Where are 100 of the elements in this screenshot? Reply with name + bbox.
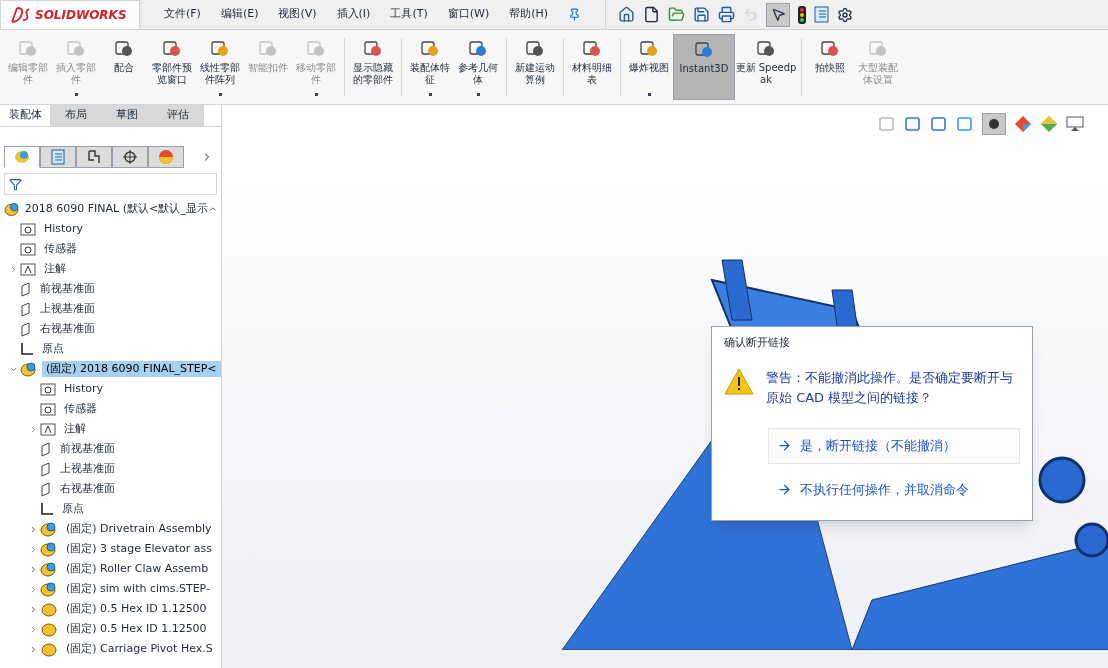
- monitor-icon[interactable]: [1066, 115, 1084, 133]
- filter-field[interactable]: [4, 173, 217, 195]
- plane-icon: [20, 321, 32, 337]
- menu-item[interactable]: 工具(T): [390, 6, 428, 23]
- tree-item[interactable]: 右视基准面: [36, 320, 99, 338]
- pointer-icon: [770, 7, 786, 22]
- command-link[interactable]: 不执行任何操作，并取消命令: [768, 471, 1020, 508]
- tree-item[interactable]: 原点: [58, 500, 88, 518]
- scroll-up-icon[interactable]: [207, 204, 217, 214]
- folder-icon: [40, 382, 56, 396]
- tree-item[interactable]: 上视基准面: [36, 300, 99, 318]
- origin-icon: [20, 342, 34, 356]
- ribbon-button[interactable]: 材料明细表: [568, 34, 616, 100]
- ribbon-button[interactable]: 拍快照: [806, 34, 854, 100]
- part-icon: [40, 621, 58, 637]
- origin-icon: [40, 502, 54, 516]
- tree-item[interactable]: (固定) Roller Claw Assemb: [62, 560, 213, 578]
- tree-item[interactable]: 原点: [38, 340, 68, 358]
- tree-item[interactable]: 前视基准面: [36, 280, 99, 298]
- assembly-icon: [40, 561, 58, 577]
- display-manager-icon: [157, 148, 175, 166]
- tree-item[interactable]: (固定) 3 stage Elevator ass: [62, 540, 216, 558]
- tree-item[interactable]: 右视基准面: [56, 480, 119, 498]
- home-icon[interactable]: [618, 6, 636, 23]
- file-properties-icon[interactable]: [814, 6, 830, 23]
- part-icon: [40, 601, 58, 617]
- manager-tab[interactable]: [76, 146, 112, 168]
- menu-item[interactable]: 帮助(H): [509, 6, 549, 23]
- plane-icon: [40, 481, 52, 497]
- plane-icon: [40, 461, 52, 477]
- brand-name: SOLIDWORKS: [35, 6, 127, 24]
- ds-logo-icon: [9, 5, 31, 24]
- view-tool-icon[interactable]: [930, 115, 948, 133]
- tree-item[interactable]: 上视基准面: [56, 460, 119, 478]
- tree-item[interactable]: (固定) Carriage Pivot Hex.S: [62, 640, 217, 658]
- tree-item[interactable]: 传感器: [40, 240, 81, 258]
- menu-item[interactable]: 视图(V): [278, 6, 317, 23]
- tree-item[interactable]: 前视基准面: [56, 440, 119, 458]
- command-tab[interactable]: 布局: [51, 105, 102, 126]
- ribbon-button[interactable]: 零部件预览窗口: [148, 34, 196, 100]
- warning-message: 警告：不能撤消此操作。是否确定要断开与原始 CAD 模型之间的链接？: [766, 368, 1014, 407]
- command-tab[interactable]: 评估: [153, 105, 204, 126]
- tree-item[interactable]: (固定) sim with cims.STEP-: [62, 580, 214, 598]
- command-link[interactable]: 是，断开链接（不能撤消）: [768, 427, 1020, 464]
- new-document-icon[interactable]: [643, 6, 661, 23]
- view-tool-icon[interactable]: [956, 115, 974, 133]
- ribbon-button[interactable]: 更新 Speedpak: [735, 34, 797, 100]
- manager-tab[interactable]: [112, 146, 148, 168]
- part-icon: [40, 641, 58, 657]
- tree-root[interactable]: 2018 6090 FINAL (默认<默认_显示: [24, 200, 208, 218]
- open-folder-icon[interactable]: [668, 6, 686, 23]
- assembly-icon: [40, 521, 58, 537]
- ribbon-button[interactable]: 显示隐藏的零部件: [349, 34, 397, 100]
- tree-item[interactable]: 注解: [60, 420, 90, 438]
- ribbon-button[interactable]: 爆炸视图: [625, 34, 673, 100]
- command-tab[interactable]: 草图: [102, 105, 153, 126]
- folder-icon: [40, 402, 56, 416]
- filter-icon: [9, 177, 22, 191]
- ribbon-button[interactable]: 参考几何体: [454, 34, 502, 100]
- tree-item[interactable]: 传感器: [60, 400, 101, 418]
- ribbon-button[interactable]: Instant3D: [673, 34, 735, 100]
- assembly-icon: [40, 541, 58, 557]
- tree-item[interactable]: 注解: [40, 260, 70, 278]
- assembly-icon: [4, 201, 21, 217]
- config-manager-icon: [85, 148, 103, 166]
- menu-item[interactable]: 文件(F): [164, 6, 201, 23]
- plane-icon: [20, 301, 32, 317]
- menu-item[interactable]: 插入(I): [336, 6, 371, 23]
- tree-item[interactable]: History: [60, 380, 108, 398]
- pin-icon[interactable]: [568, 8, 582, 21]
- tree-item[interactable]: (固定) 2018 6090 FINAL_STEP<: [42, 360, 221, 378]
- save-icon[interactable]: [693, 6, 711, 23]
- select-tool-button[interactable]: [766, 2, 791, 27]
- ribbon-button[interactable]: 新建运动算例: [511, 34, 559, 100]
- scene-icon[interactable]: [1040, 115, 1058, 133]
- tree-item[interactable]: (固定) 0.5 Hex ID 1.12500: [62, 620, 211, 638]
- ribbon-button[interactable]: 配合: [100, 34, 148, 100]
- print-icon[interactable]: [718, 6, 736, 23]
- assembly-icon: [20, 361, 38, 377]
- assembly-icon: [40, 581, 58, 597]
- ribbon-button[interactable]: 线性零部件阵列: [196, 34, 244, 100]
- ribbon-button[interactable]: 装配体特征: [406, 34, 454, 100]
- view-tool-icon[interactable]: [904, 115, 922, 133]
- annotation-folder-icon: [40, 422, 56, 436]
- arrow-icon: [777, 482, 792, 497]
- traffic-light-icon[interactable]: [798, 5, 807, 24]
- warning-icon: [724, 367, 754, 395]
- menu-item[interactable]: 编辑(E): [220, 6, 259, 23]
- property-manager-icon: [49, 148, 67, 166]
- annotation-folder-icon: [20, 262, 36, 276]
- tree-item[interactable]: (固定) Drivetrain Assembly: [62, 520, 216, 538]
- dimxpert-manager-icon: [121, 148, 139, 166]
- tree-item[interactable]: (固定) 0.5 Hex ID 1.12500: [62, 600, 211, 618]
- appearance-icon[interactable]: [1014, 115, 1032, 133]
- feature-manager-icon: [13, 148, 31, 166]
- menu-item[interactable]: 窗口(W): [447, 6, 490, 23]
- display-style-button[interactable]: [982, 113, 1006, 135]
- tree-item[interactable]: History: [40, 220, 88, 238]
- arrow-icon: [777, 438, 792, 453]
- options-icon[interactable]: [837, 6, 854, 23]
